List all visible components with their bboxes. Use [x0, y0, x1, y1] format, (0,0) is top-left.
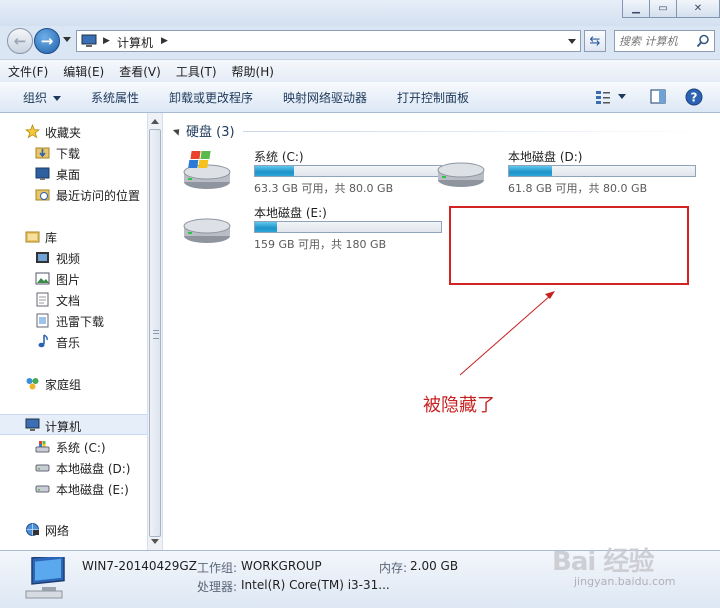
workgroup-value: WORKGROUP — [241, 559, 322, 573]
computer-name: WIN7-20140429GZ — [82, 559, 197, 573]
workgroup-label: 工作组: — [197, 561, 238, 575]
baidu-watermark: Bai 经验 — [552, 547, 654, 577]
annotation-label: 被隐藏了 — [423, 395, 495, 416]
annotation-arrow-icon — [459, 291, 555, 376]
processor-label: 处理器: — [197, 580, 238, 594]
memory-label: 内存: — [379, 561, 408, 575]
baidu-watermark-url: jingyan.baidu.com — [574, 575, 676, 588]
computer-icon — [25, 557, 65, 599]
processor-value: Intel(R) Core(TM) i3-31... — [241, 578, 390, 592]
memory-value: 2.00 GB — [410, 559, 459, 573]
explorer-window: ▁ ▭ ✕ ← → ▶ 计算机 ▶ ⇆ 文件(F) — [0, 0, 720, 608]
